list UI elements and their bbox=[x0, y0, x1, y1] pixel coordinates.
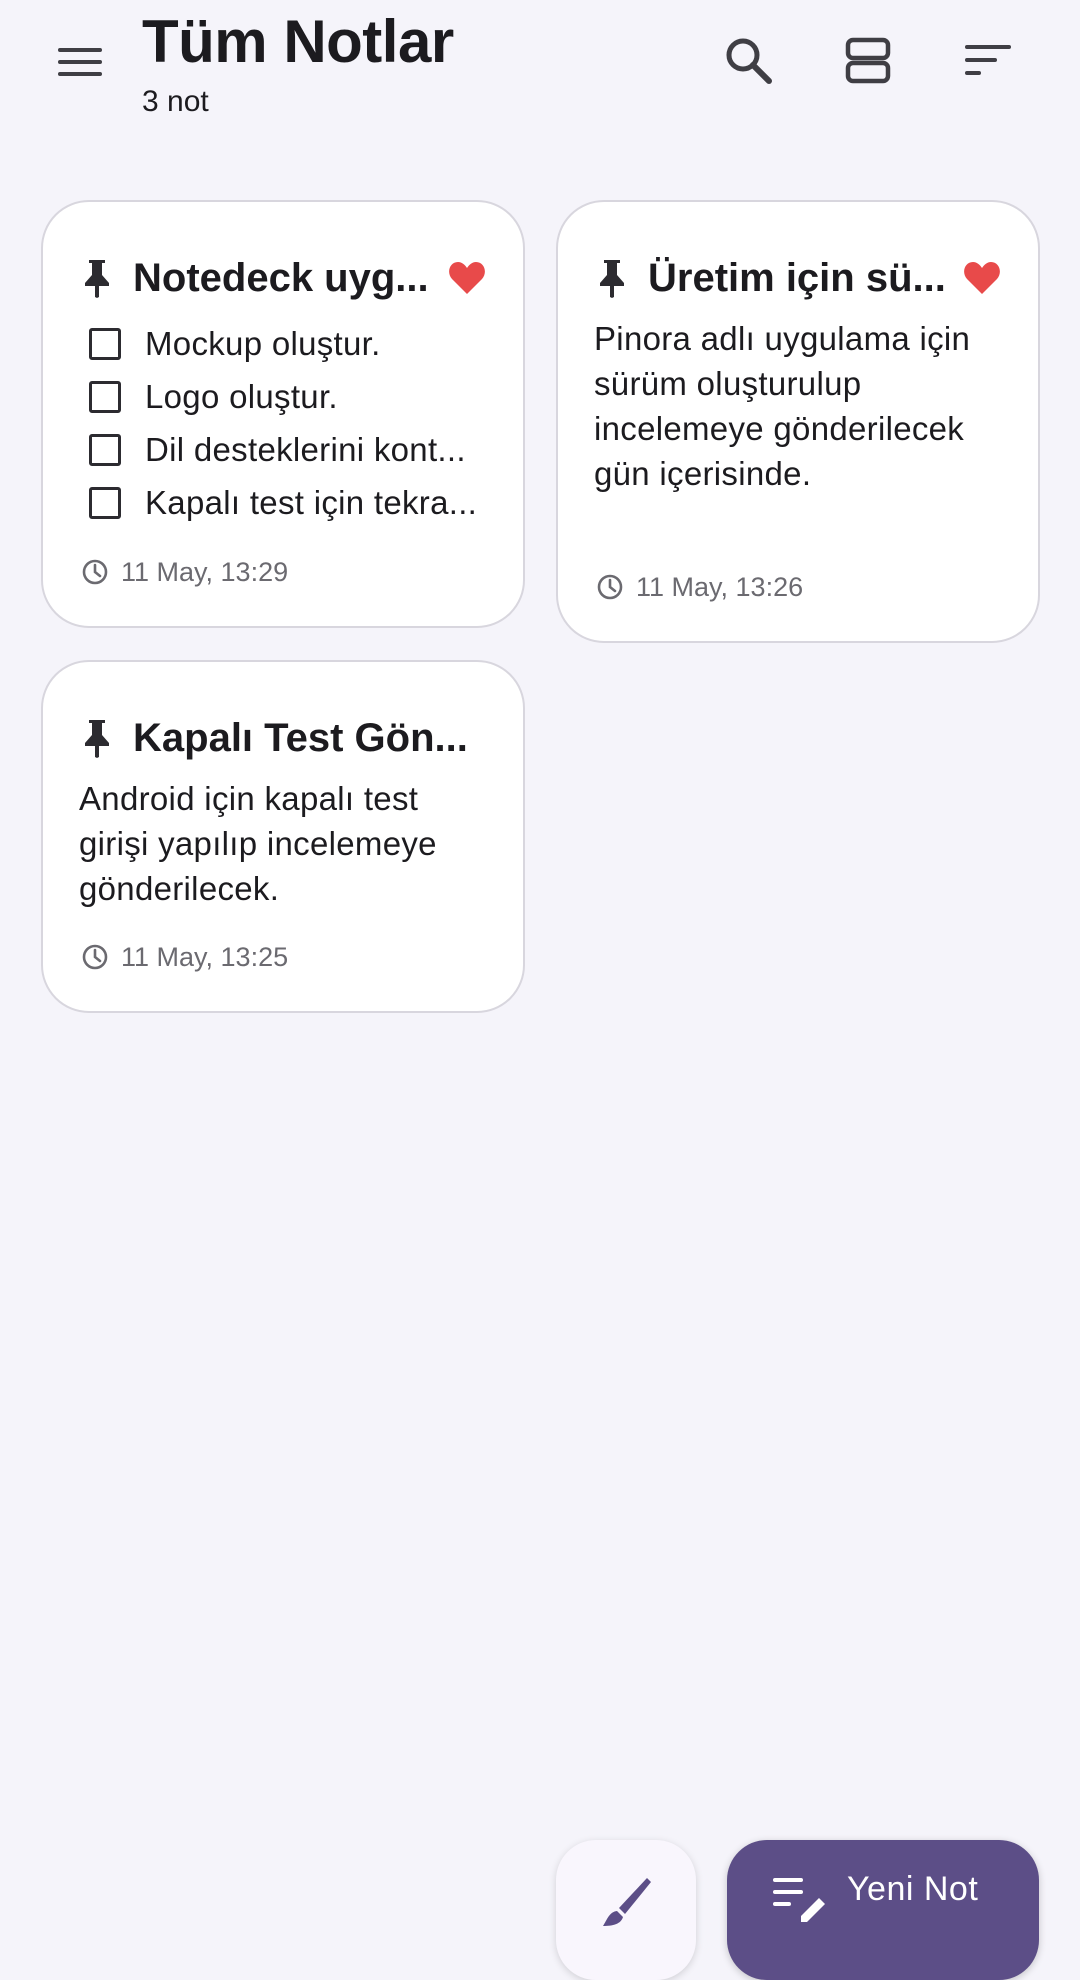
note-timestamp: 11 May, 13:29 bbox=[81, 554, 288, 590]
note-body: Android için kapalı test girişi yapılıp … bbox=[79, 780, 437, 907]
note-card[interactable]: Üretim için sü... Pinora adlı uygulama i… bbox=[556, 200, 1040, 643]
pin-icon bbox=[600, 260, 624, 298]
favorite-icon bbox=[449, 262, 485, 294]
timestamp-text: 11 May, 13:26 bbox=[636, 571, 804, 602]
view-toggle-button[interactable] bbox=[828, 20, 908, 100]
clock-icon bbox=[82, 944, 108, 970]
checkbox[interactable] bbox=[89, 434, 121, 466]
pin-icon bbox=[85, 260, 109, 298]
favorite-icon bbox=[964, 262, 1000, 294]
note-body: Pinora adlı uygulama için sürüm oluşturu… bbox=[594, 320, 971, 492]
note-title: Notedeck uyg... bbox=[133, 255, 429, 300]
sort-icon bbox=[965, 45, 1011, 75]
checkbox[interactable] bbox=[89, 328, 121, 360]
checklist-item[interactable]: Dil desteklerini kont... bbox=[87, 428, 489, 472]
clock-icon bbox=[597, 574, 623, 600]
pin-icon bbox=[85, 720, 109, 758]
menu-button[interactable] bbox=[40, 22, 120, 102]
checklist-item-label: Kapalı test için tekra... bbox=[145, 484, 478, 521]
new-note-label: Yeni Not bbox=[847, 1870, 979, 1908]
note-title: Üretim için sü... bbox=[648, 255, 946, 300]
checkbox[interactable] bbox=[89, 487, 121, 519]
note-card[interactable]: Kapalı Test Gön... Android için kapalı t… bbox=[41, 660, 525, 1013]
search-button[interactable] bbox=[708, 20, 788, 100]
menu-icon bbox=[58, 48, 102, 76]
checklist-item-label: Dil desteklerini kont... bbox=[145, 431, 466, 468]
page-title: Tüm Notlar bbox=[142, 8, 454, 75]
note-timestamp: 11 May, 13:26 bbox=[596, 569, 803, 605]
checklist-item[interactable]: Logo oluştur. bbox=[87, 375, 489, 419]
timestamp-text: 11 May, 13:25 bbox=[121, 941, 289, 972]
checklist-item-label: Mockup oluştur. bbox=[145, 325, 381, 362]
search-icon bbox=[726, 38, 772, 84]
note-card[interactable]: Notedeck uyg... Mockup oluştur. Logo olu… bbox=[41, 200, 525, 628]
timestamp-text: 11 May, 13:29 bbox=[121, 556, 289, 587]
new-note-button[interactable]: Yeni Not bbox=[727, 1840, 1039, 1980]
checklist-item-label: Logo oluştur. bbox=[145, 378, 338, 415]
draw-note-button[interactable] bbox=[556, 1840, 696, 1980]
sort-button[interactable] bbox=[948, 20, 1028, 100]
checkbox[interactable] bbox=[89, 381, 121, 413]
checklist-item[interactable]: Kapalı test için tekra... bbox=[87, 481, 489, 525]
clock-icon bbox=[82, 559, 108, 585]
note-count: 3 not bbox=[142, 85, 209, 118]
edit-note-icon bbox=[773, 1878, 825, 1922]
note-title: Kapalı Test Gön... bbox=[133, 715, 468, 760]
view-agenda-icon bbox=[845, 37, 891, 84]
checklist-item[interactable]: Mockup oluştur. bbox=[87, 322, 489, 366]
note-timestamp: 11 May, 13:25 bbox=[81, 939, 288, 975]
brush-icon bbox=[603, 1878, 651, 1926]
